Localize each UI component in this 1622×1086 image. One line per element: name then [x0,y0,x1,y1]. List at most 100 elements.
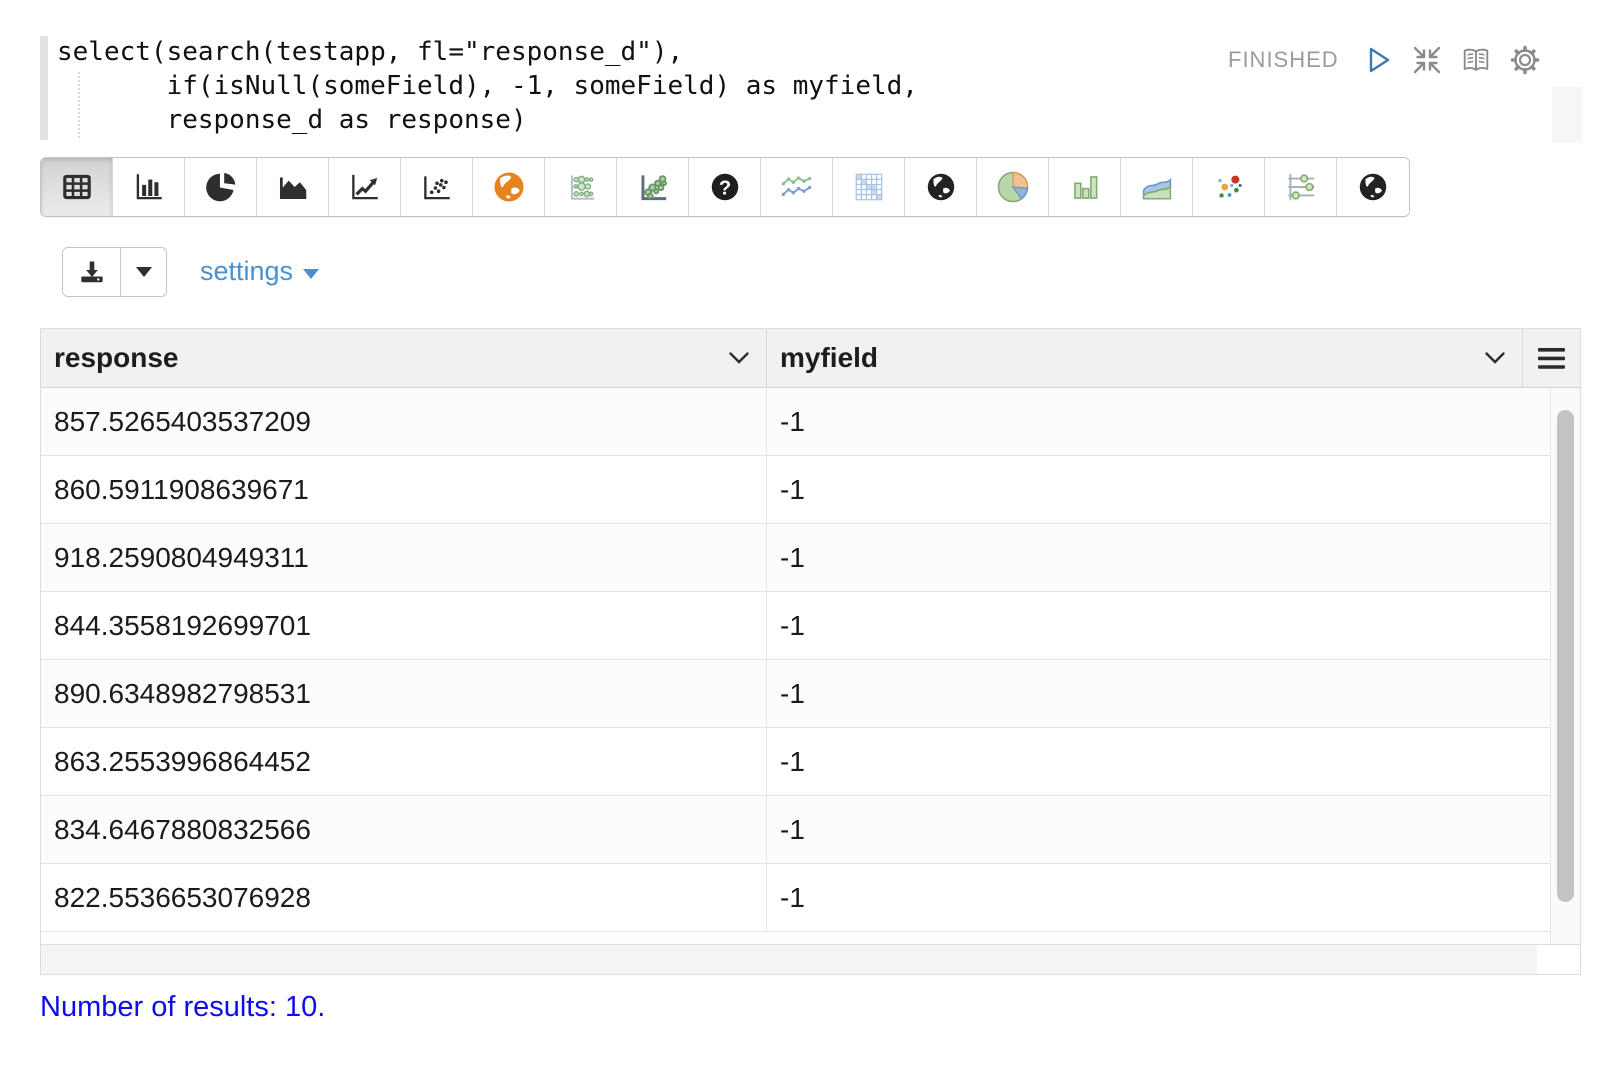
table-row[interactable]: 834.6467880832566 -1 [41,796,1550,864]
visualization-toolbar: ? [40,157,1410,217]
viz-tab-table[interactable] [41,158,113,216]
pie-chart-icon [203,169,239,205]
cell-response: 860.5911908639671 [41,456,767,523]
cell-myfield: -1 [767,524,1550,591]
table-row[interactable]: 863.2553996864452 -1 [41,728,1550,796]
download-icon [78,258,106,286]
show-editor-button[interactable] [1460,44,1492,76]
code-line: if(isNull(someField), -1, someField) as … [57,69,918,103]
results-table: response myfield 857.5265403537209 -1 86… [40,328,1581,975]
scatter-chart-icon [419,169,455,205]
table-row[interactable]: 844.3558192699701 -1 [41,592,1550,660]
area-chart-icon [275,169,311,205]
heatmap-icon [851,169,887,205]
area-color-icon [1138,168,1176,206]
editor-gutter-bar [40,36,48,140]
results-count: Number of results: 10. [40,991,325,1024]
sliders-icon [1283,169,1319,205]
viz-tab-pie-chart[interactable] [185,158,257,216]
viz-tab-bar-chart[interactable] [113,158,185,216]
table-menu-button[interactable] [1523,329,1580,387]
cell-myfield: -1 [767,660,1550,727]
table-row[interactable]: 918.2590804949311 -1 [41,524,1550,592]
cell-myfield: -1 [767,388,1550,455]
viz-tab-scatter-chart[interactable] [401,158,473,216]
table-footer-bar [41,944,1580,974]
column-header-myfield[interactable]: myfield [767,329,1523,387]
cell-myfield: -1 [767,864,1550,931]
collapse-button[interactable] [1411,44,1443,76]
cell-myfield: -1 [767,796,1550,863]
viz-tab-sparkline[interactable] [761,158,833,216]
code-line: response_d as response) [57,103,918,137]
column-label: myfield [780,342,878,374]
run-button[interactable] [1362,44,1394,76]
help-icon: ? [707,169,743,205]
viz-tab-bubble-matrix[interactable] [545,158,617,216]
table-row[interactable]: 857.5265403537209 -1 [41,388,1550,456]
column-label: response [54,342,179,374]
paragraph-controls: FINISHED [1228,40,1541,80]
table-row[interactable]: 822.5536653076928 -1 [41,864,1550,932]
viz-tab-area-chart[interactable] [257,158,329,216]
status-badge: FINISHED [1228,47,1339,73]
caret-down-icon [303,269,319,279]
bubble-scatter-icon [635,169,671,205]
globe-dark-icon [923,169,959,205]
cell-response: 890.6348982798531 [41,660,767,727]
settings-label: settings [200,256,293,287]
compress-icon [1411,44,1443,76]
code-line: select(search(testapp, fl="response_d"), [57,35,918,69]
cell-myfield: -1 [767,456,1550,523]
cell-response: 822.5536653076928 [41,864,767,931]
table-row[interactable]: 890.6348982798531 -1 [41,660,1550,728]
editor-scrollbar-track[interactable] [1552,87,1582,143]
viz-tab-pie-color[interactable] [977,158,1049,216]
column-header-response[interactable]: response [41,329,767,387]
cell-response: 834.6467880832566 [41,796,767,863]
download-split-button [62,247,167,297]
viz-tab-map-orange[interactable] [473,158,545,216]
bar-chart-icon [131,169,167,205]
cell-response: 857.5265403537209 [41,388,767,455]
globe-orange-icon [490,168,528,206]
settings-gear-button[interactable] [1509,44,1541,76]
gear-icon [1509,44,1541,76]
settings-link[interactable]: settings [200,256,319,287]
chevron-down-icon[interactable] [728,351,750,365]
line-chart-icon [347,169,383,205]
cell-response: 863.2553996864452 [41,728,767,795]
svg-text:?: ? [718,177,730,199]
bubble-matrix-icon [563,169,599,205]
download-options-button[interactable] [121,248,166,296]
bar-green-icon [1067,169,1103,205]
viz-tab-bar-green[interactable] [1049,158,1121,216]
viz-tab-bubble-scatter[interactable] [617,158,689,216]
table-scrollbar-thumb[interactable] [1557,410,1574,902]
table-header-row: response myfield [41,329,1580,388]
code-editor[interactable]: select(search(testapp, fl="response_d"),… [57,35,918,137]
play-icon [1363,44,1393,76]
viz-tab-help[interactable]: ? [689,158,761,216]
viz-tab-globe-dark-2[interactable] [1337,158,1409,216]
table-icon [59,169,95,205]
globe-dark-2-icon [1355,169,1391,205]
sparkline-icon [778,169,816,205]
table-row[interactable]: 860.5911908639671 -1 [41,456,1550,524]
table-scrollbar-track[interactable] [1550,388,1580,944]
caret-down-icon [136,267,152,277]
pie-color-icon [994,168,1032,206]
viz-tab-area-color[interactable] [1121,158,1193,216]
viz-tab-heatmap[interactable] [833,158,905,216]
download-button[interactable] [63,248,121,296]
chevron-down-icon[interactable] [1484,351,1506,365]
viz-tab-scatter-color[interactable] [1193,158,1265,216]
cell-myfield: -1 [767,592,1550,659]
hamburger-menu-icon [1538,348,1565,369]
viz-tab-sliders[interactable] [1265,158,1337,216]
book-icon [1460,44,1492,76]
table-body: 857.5265403537209 -1 860.5911908639671 -… [41,388,1580,944]
cell-myfield: -1 [767,728,1550,795]
viz-tab-line-chart[interactable] [329,158,401,216]
viz-tab-globe-dark[interactable] [905,158,977,216]
